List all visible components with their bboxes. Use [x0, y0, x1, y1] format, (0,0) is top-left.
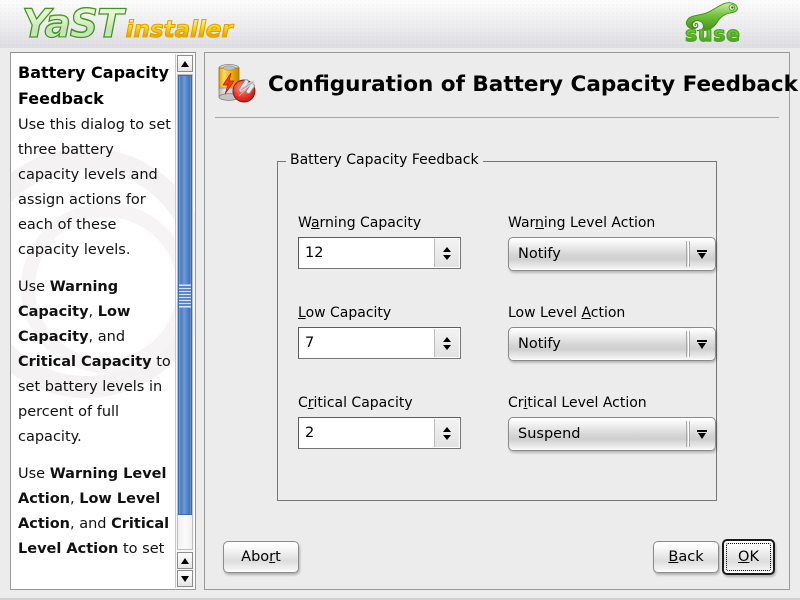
- yast-installer-window: YaST installer suse: [0, 0, 800, 600]
- scrollbar-thumb[interactable]: [178, 75, 192, 515]
- suse-logo-text: suse: [654, 22, 772, 46]
- critical-capacity-value: 2: [299, 425, 314, 441]
- spinner-down-icon[interactable]: [443, 435, 451, 440]
- field-row-critical: Critical Capacity 2 Critical Level Actio…: [298, 394, 698, 484]
- scroll-up-button[interactable]: [177, 552, 193, 569]
- critical-level-action-value: Suspend: [509, 426, 686, 442]
- abort-button[interactable]: Abort: [223, 541, 299, 573]
- app-banner: YaST installer suse: [0, 0, 800, 48]
- dropdown-arrow-icon[interactable]: [689, 340, 715, 349]
- page-header: Configuration of Battery Capacity Feedba…: [209, 56, 785, 112]
- scroll-down-button[interactable]: [177, 570, 193, 587]
- help-scrollbar[interactable]: [175, 54, 194, 588]
- spinner-up-icon[interactable]: [443, 427, 451, 432]
- help-heading: Battery Capacity Feedback: [18, 60, 173, 112]
- low-capacity-stepper[interactable]: [434, 329, 459, 357]
- critical-level-action-select[interactable]: Suspend: [508, 417, 716, 451]
- ok-button[interactable]: OK: [722, 539, 775, 575]
- warning-capacity-value: 12: [299, 245, 323, 261]
- low-level-action-select[interactable]: Notify: [508, 327, 716, 361]
- dropdown-arrow-icon[interactable]: [689, 250, 715, 259]
- yast-logo-text: YaST: [22, 2, 123, 47]
- main-panel: Configuration of Battery Capacity Feedba…: [204, 52, 790, 590]
- critical-capacity-label: Critical Capacity: [298, 394, 466, 412]
- field-grid: Warning Capacity 12 Warning Level Action: [298, 214, 698, 484]
- dropdown-arrow-icon[interactable]: [689, 430, 715, 439]
- fieldset-legend: Battery Capacity Feedback: [286, 152, 483, 168]
- battery-power-icon: [211, 60, 259, 108]
- combo-separator: [686, 331, 687, 357]
- warning-level-action-select[interactable]: Notify: [508, 237, 716, 271]
- low-capacity-label: Low Capacity: [298, 304, 466, 322]
- warning-level-action-value: Notify: [509, 246, 686, 262]
- spinner-down-icon[interactable]: [443, 345, 451, 350]
- spinner-down-icon[interactable]: [443, 255, 451, 260]
- help-paragraph-2: Use Warning Capacity, Low Capacity, and …: [18, 275, 173, 450]
- critical-capacity-group: Critical Capacity 2: [298, 394, 466, 449]
- arrow-up-icon: [181, 61, 189, 67]
- warning-level-action-label: Warning Level Action: [508, 214, 718, 232]
- critical-action-group: Critical Level Action Suspend: [508, 394, 718, 451]
- page-title: Configuration of Battery Capacity Feedba…: [268, 72, 798, 97]
- suse-logo: suse: [654, 1, 772, 47]
- field-row-warning: Warning Capacity 12 Warning Level Action: [298, 214, 698, 304]
- arrow-down-icon: [181, 576, 189, 582]
- back-button[interactable]: Back: [653, 541, 719, 573]
- low-level-action-value: Notify: [509, 336, 686, 352]
- low-action-group: Low Level Action Notify: [508, 304, 718, 361]
- critical-level-action-label: Critical Level Action: [508, 394, 718, 412]
- installer-logo-text: installer: [126, 17, 233, 43]
- spinner-up-icon[interactable]: [443, 337, 451, 342]
- help-paragraph-3: Use Warning Level Action, Low Level Acti…: [18, 462, 173, 562]
- combo-separator: [686, 421, 687, 447]
- low-capacity-group: Low Capacity 7: [298, 304, 466, 359]
- low-level-action-label: Low Level Action: [508, 304, 718, 322]
- warning-capacity-input[interactable]: 12: [298, 237, 461, 269]
- warning-capacity-label: Warning Capacity: [298, 214, 466, 232]
- scrollbar-grip-icon: [179, 284, 191, 308]
- scroll-up-button-top[interactable]: [177, 55, 193, 72]
- warning-action-group: Warning Level Action Notify: [508, 214, 718, 271]
- spinner-up-icon[interactable]: [443, 247, 451, 252]
- warning-capacity-stepper[interactable]: [434, 239, 459, 267]
- combo-separator: [686, 241, 687, 267]
- critical-capacity-input[interactable]: 2: [298, 417, 461, 449]
- help-text-content: Battery Capacity Feedback Use this dialo…: [18, 60, 173, 574]
- help-paragraph-1: Use this dialog to set three battery cap…: [18, 113, 173, 263]
- low-capacity-input[interactable]: 7: [298, 327, 461, 359]
- title-divider: [215, 117, 779, 118]
- yast-logo: YaST installer: [22, 2, 233, 46]
- critical-capacity-stepper[interactable]: [434, 419, 459, 447]
- low-capacity-value: 7: [299, 335, 314, 351]
- arrow-up-icon: [181, 558, 189, 564]
- help-panel: Battery Capacity Feedback Use this dialo…: [10, 52, 196, 590]
- field-row-low: Low Capacity 7 Low Level Action Not: [298, 304, 698, 394]
- battery-capacity-fieldset: Battery Capacity Feedback Warning Capaci…: [277, 161, 717, 501]
- warning-capacity-group: Warning Capacity 12: [298, 214, 466, 269]
